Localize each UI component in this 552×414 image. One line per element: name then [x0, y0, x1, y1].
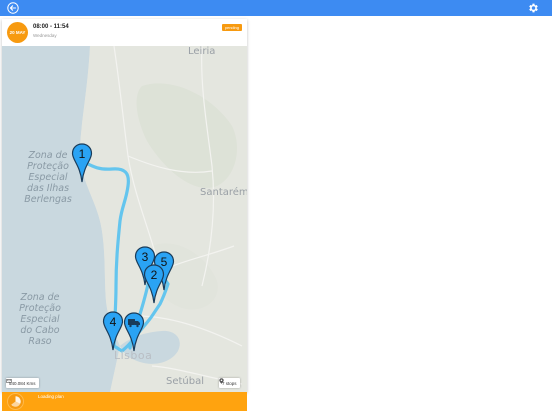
arrow-left-icon: [7, 2, 19, 14]
zone-line: do Cabo: [20, 325, 60, 336]
zone-line: Proteção: [19, 303, 61, 314]
map-pin-2[interactable]: 2: [143, 264, 165, 304]
back-button[interactable]: [6, 1, 20, 15]
ruler-icon: [6, 379, 12, 383]
stops-chip: 7 stops: [219, 378, 240, 388]
map-pin-4[interactable]: 4: [102, 311, 124, 351]
pin-number: 4: [110, 315, 117, 329]
trip-card: 20 MAY 08:00 - 11:54 Wednesday pending Z…: [2, 19, 247, 392]
settings-button[interactable]: [526, 1, 540, 15]
app-bar: [0, 0, 552, 16]
zone-line: Berlengas: [24, 194, 72, 205]
stops-count: 7 stops: [222, 380, 237, 386]
location-pin-icon: [219, 378, 224, 384]
distance-value: 540.084 Kms: [9, 380, 36, 386]
distance-chip: 540.084 Kms: [6, 378, 39, 388]
map-pin-1[interactable]: 1: [71, 143, 93, 183]
zone-line: Zona de: [20, 292, 60, 303]
place-setubal: Setúbal: [166, 376, 205, 387]
route-map[interactable]: Zona de Proteção Especial das Ilhas Berl…: [2, 46, 247, 392]
status-badge: pending: [221, 24, 242, 31]
trip-header[interactable]: 20 MAY 08:00 - 11:54 Wednesday pending: [2, 19, 247, 47]
trip-time: 08:00 - 11:54: [33, 24, 69, 30]
zone-line: Raso: [28, 336, 52, 347]
pin-number: 2: [151, 268, 158, 282]
pin-number: 3: [142, 250, 149, 264]
zone-line: das Ilhas: [26, 183, 70, 194]
map-pin-depot[interactable]: [123, 312, 145, 352]
place-leiria: Leiria: [188, 46, 216, 57]
trip-subtitle: Wednesday: [33, 33, 57, 38]
gear-icon: [529, 3, 538, 13]
zone-label-cabo-raso: Zona de Proteção Especial do Cabo Raso: [8, 292, 72, 347]
loading-plan-bar[interactable]: Loading plan: [2, 392, 247, 411]
pin-number: 1: [79, 147, 86, 161]
date-badge: 20 MAY: [7, 22, 28, 43]
footer-label: Loading plan: [38, 394, 64, 399]
pie-icon: [11, 396, 21, 407]
zone-line: Especial: [20, 314, 60, 325]
loading-progress-icon: [8, 394, 23, 409]
place-santarem: Santarém: [200, 187, 247, 198]
